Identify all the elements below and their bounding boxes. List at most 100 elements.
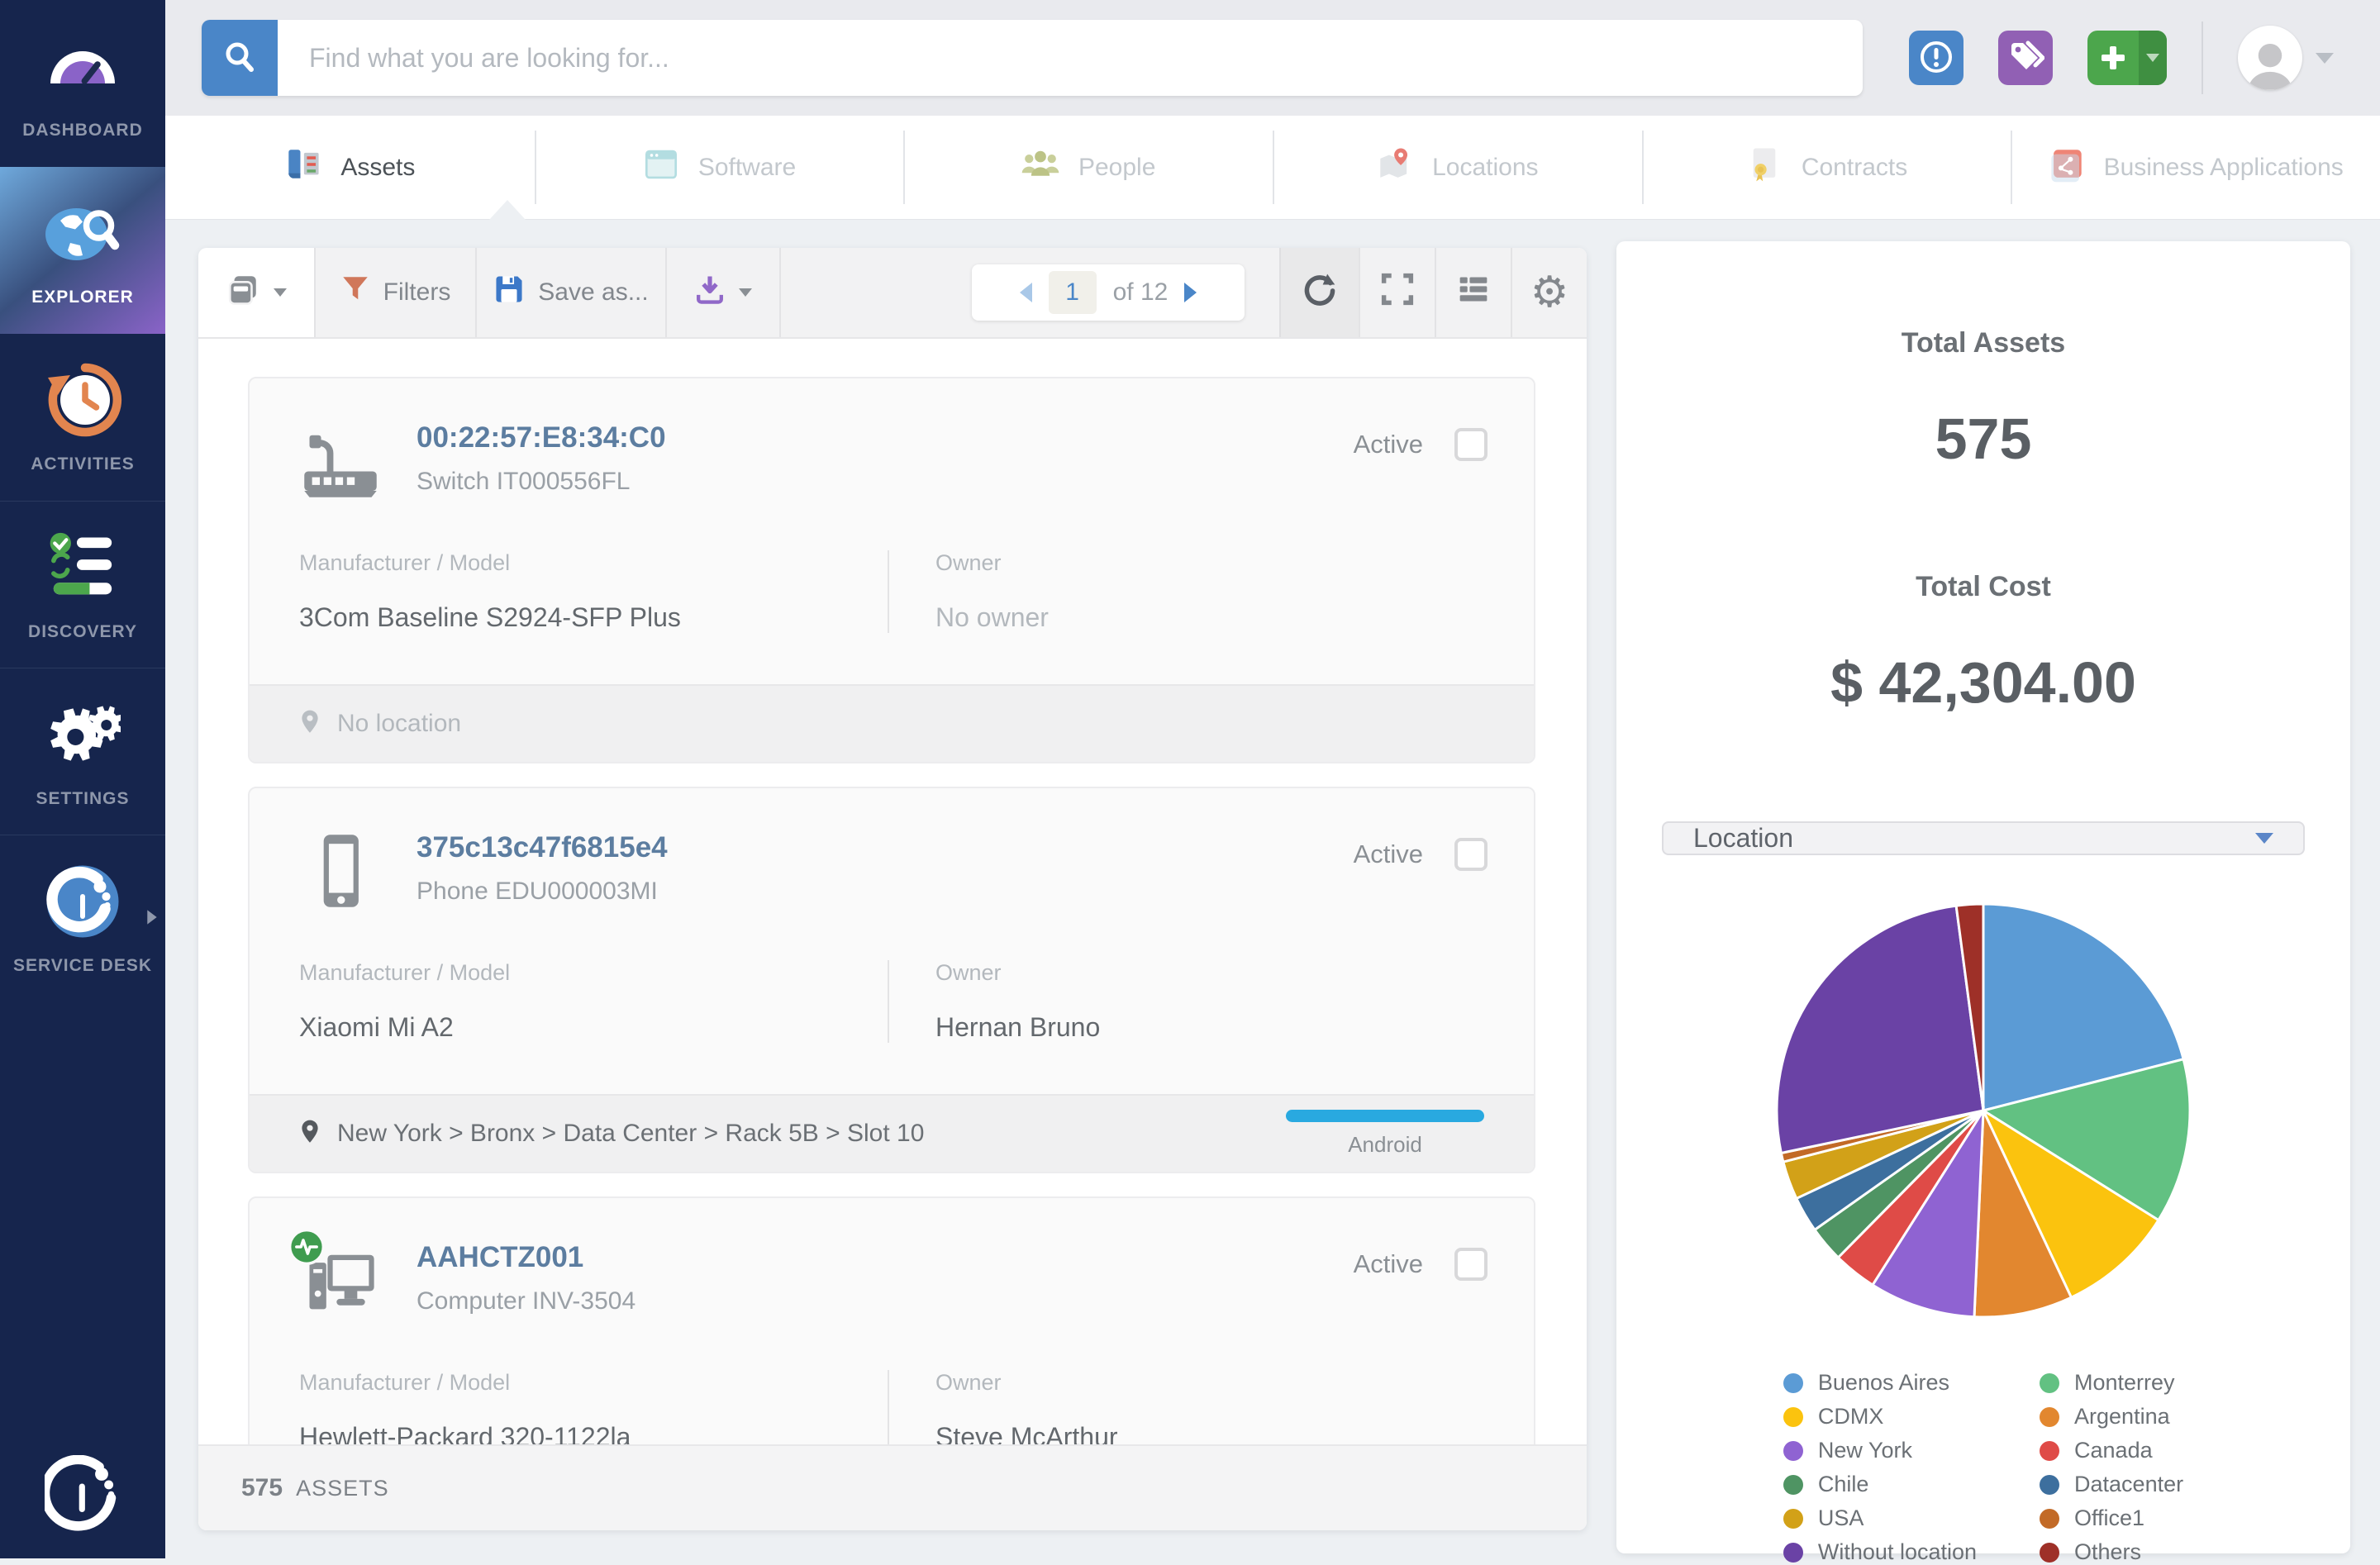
results-count-footer: 575 ASSETS — [198, 1444, 1587, 1530]
android-os-label: Android — [1348, 1132, 1422, 1158]
asset-select-checkbox[interactable] — [1454, 428, 1488, 461]
total-cost-value: $ 42,304.00 — [1830, 649, 2136, 716]
tags-button[interactable] — [1998, 31, 2053, 85]
asset-title-link[interactable]: 00:22:57:E8:34:C0 — [416, 421, 666, 454]
tab-locations[interactable]: Locations — [1273, 116, 1642, 219]
manufacturer-model-label: Manufacturer / Model — [299, 550, 888, 576]
select-caret-icon — [2255, 833, 2273, 844]
asset-card-list: 00:22:57:E8:34:C0 Switch IT000556FL Acti… — [198, 339, 1587, 1501]
sidebar: DASHBOARD EXPLORER — [0, 0, 165, 1558]
add-button[interactable] — [2087, 31, 2167, 85]
tab-label: Contracts — [1802, 154, 1907, 182]
manufacturer-model-value: 3Com Baseline S2924-SFP Plus — [299, 602, 888, 633]
legend-label: Datacenter — [2074, 1472, 2183, 1497]
summary-panel: Total Assets 575 Total Cost $ 42,304.00 … — [1616, 241, 2350, 1553]
legend-color-dot — [2040, 1407, 2059, 1427]
legend-column: Buenos AiresCDMXNew YorkChileUSAWithout … — [1783, 1370, 1977, 1565]
export-caret-icon — [739, 288, 752, 297]
group-by-select[interactable]: Location — [1662, 821, 2305, 855]
card-view-icon — [226, 272, 260, 313]
tab-software[interactable]: Software — [535, 116, 904, 219]
filters-button[interactable]: Filters — [314, 248, 475, 337]
sidebar-item-discovery[interactable]: DISCOVERY — [0, 501, 165, 668]
sidebar-item-explorer[interactable]: EXPLORER — [0, 167, 165, 334]
sidebar-item-label: ACTIVITIES — [31, 454, 135, 474]
agent-pulse-badge-icon — [288, 1228, 326, 1266]
add-dropdown-caret-icon[interactable] — [2139, 31, 2167, 85]
sidebar-item-dashboard[interactable]: DASHBOARD — [0, 0, 165, 167]
status-label: Active — [1354, 840, 1423, 869]
legend-label: Buenos Aires — [1818, 1370, 1949, 1396]
sidebar-item-label: SERVICE DESK — [13, 956, 152, 976]
view-settings-button[interactable]: ⚙ — [1511, 248, 1587, 337]
sidebar-item-label: DASHBOARD — [22, 121, 143, 140]
status-label: Active — [1354, 430, 1423, 459]
next-page-button[interactable] — [1184, 283, 1197, 302]
group-by-selected-value: Location — [1693, 823, 1793, 854]
legend-item-others: Others — [2040, 1539, 2183, 1565]
sidebar-item-settings[interactable]: SETTINGS — [0, 668, 165, 835]
tab-assets[interactable]: Assets — [165, 116, 535, 219]
total-cost-label: Total Cost — [1916, 571, 2051, 603]
pie-legend: Buenos AiresCDMXNew YorkChileUSAWithout … — [1783, 1370, 2183, 1565]
filter-funnel-icon — [340, 274, 370, 311]
legend-color-dot — [1783, 1543, 1803, 1563]
previous-page-button[interactable] — [1020, 283, 1032, 302]
download-icon — [694, 274, 726, 312]
legend-item-buenos-aires: Buenos Aires — [1783, 1370, 1977, 1396]
asset-title-link[interactable]: 375c13c47f6815e4 — [416, 831, 668, 864]
asset-select-checkbox[interactable] — [1454, 838, 1488, 871]
asset-card-phone[interactable]: 375c13c47f6815e4 Phone EDU000003MI Activ… — [248, 787, 1535, 1173]
list-view-button[interactable] — [1435, 248, 1511, 337]
tab-label: Software — [698, 154, 796, 182]
asset-subtitle: Phone EDU000003MI — [416, 878, 668, 906]
legend-color-dot — [1783, 1475, 1803, 1495]
asset-card-switch[interactable]: 00:22:57:E8:34:C0 Switch IT000556FL Acti… — [248, 377, 1535, 763]
contracts-icon — [1745, 145, 1783, 190]
tab-contracts[interactable]: Contracts — [1642, 116, 2011, 219]
pagination: 1 of 12 — [972, 264, 1245, 321]
software-icon — [642, 145, 680, 190]
pie-slice-without-location[interactable] — [1777, 906, 1983, 1153]
legend-label: Argentina — [2074, 1404, 2170, 1429]
search-button[interactable] — [202, 20, 278, 96]
sidebar-item-service-desk[interactable]: SERVICE DESK — [0, 835, 165, 1001]
tab-business-applications[interactable]: Business Applications — [2011, 116, 2380, 219]
refresh-button[interactable] — [1279, 248, 1359, 337]
legend-item-new-york: New York — [1783, 1438, 1977, 1463]
manufacturer-model-label: Manufacturer / Model — [299, 1370, 888, 1396]
invgate-logo — [45, 1455, 121, 1535]
legend-item-argentina: Argentina — [2040, 1404, 2183, 1429]
tab-label: Locations — [1432, 154, 1538, 182]
search-input[interactable] — [278, 20, 1863, 96]
location-pie-chart-wrap — [1768, 901, 2198, 1327]
legend-color-dot — [1783, 1509, 1803, 1529]
owner-label: Owner — [935, 550, 1534, 576]
asset-title-link[interactable]: AAHCTZ001 — [416, 1241, 635, 1274]
tab-people[interactable]: People — [903, 116, 1273, 219]
owner-label: Owner — [935, 960, 1534, 986]
legend-label: Monterrey — [2074, 1370, 2175, 1396]
alerts-button[interactable] — [1909, 31, 1963, 85]
status-label: Active — [1354, 1249, 1423, 1279]
alert-icon — [1918, 39, 1954, 78]
sidebar-item-activities[interactable]: ACTIVITIES — [0, 334, 165, 501]
topbar-actions — [1909, 21, 2334, 94]
save-as-button[interactable]: Save as... — [475, 248, 665, 337]
card-view-toggle-button[interactable] — [198, 248, 314, 337]
page-total-label: of 12 — [1113, 278, 1169, 307]
sidebar-item-label: DISCOVERY — [28, 622, 137, 642]
app-root: DASHBOARD EXPLORER — [0, 0, 2380, 1558]
os-indicator: Android — [1286, 1110, 1484, 1158]
service-desk-expand-arrow-icon[interactable] — [145, 909, 159, 930]
legend-color-dot — [2040, 1475, 2059, 1495]
export-button[interactable] — [665, 248, 781, 337]
current-page-input[interactable]: 1 — [1049, 271, 1097, 314]
asset-subtitle: Computer INV-3504 — [416, 1287, 635, 1315]
filters-label: Filters — [383, 278, 451, 307]
explorer-results-panel: Filters Save as... — [198, 248, 1587, 1530]
fullscreen-button[interactable] — [1359, 248, 1435, 337]
asset-select-checkbox[interactable] — [1454, 1248, 1488, 1281]
switch-device-icon — [299, 420, 382, 502]
user-menu[interactable] — [2238, 26, 2334, 90]
